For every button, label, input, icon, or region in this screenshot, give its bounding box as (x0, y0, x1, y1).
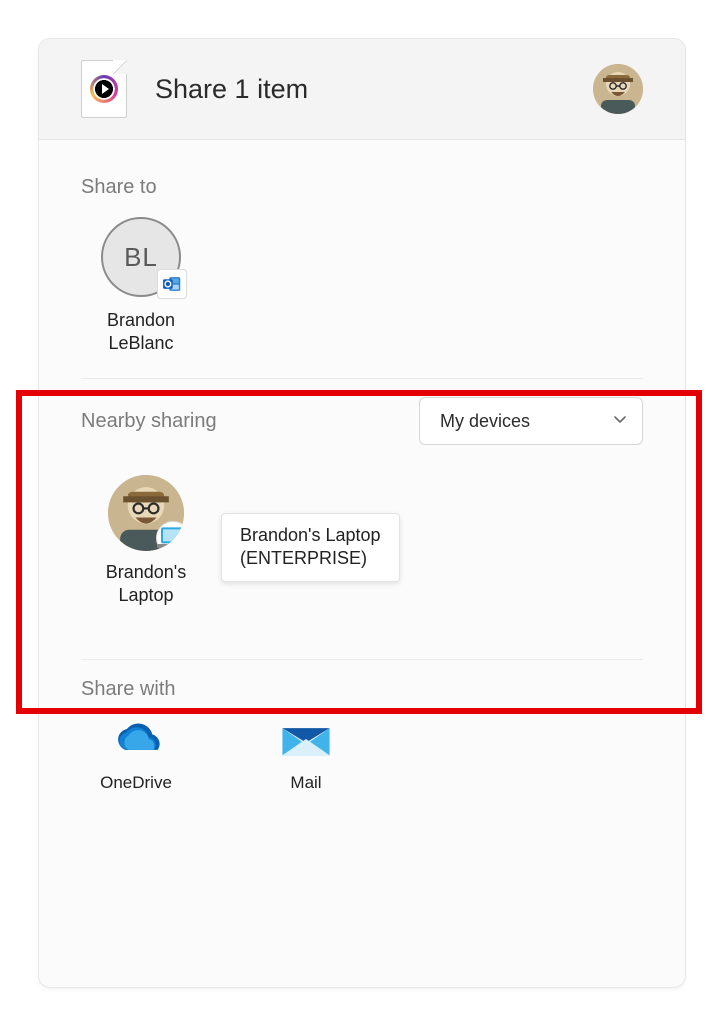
media-play-icon (90, 75, 118, 103)
share-to-title: Share to (81, 176, 643, 199)
share-with-app-onedrive[interactable]: OneDrive (81, 719, 191, 793)
dialog-title: Share 1 item (155, 74, 593, 105)
device-name-line2: Laptop (81, 584, 211, 607)
contact-initials: BL (124, 242, 158, 273)
contact-initials-avatar: BL (101, 217, 181, 297)
device-tooltip: Brandon's Laptop (ENTERPRISE) (221, 513, 400, 582)
share-with-title: Share with (81, 678, 643, 701)
share-to-contacts: BL Brandon LeBlanc (81, 217, 643, 354)
mail-icon (277, 719, 335, 763)
share-to-contact[interactable]: BL Brandon LeBlanc (81, 217, 201, 354)
app-label: Mail (251, 773, 361, 793)
file-dogear-icon (113, 60, 127, 74)
nearby-devices: Brandon's Laptop Brandon's Laptop (ENTER… (81, 475, 643, 635)
share-dialog: Share 1 item Share to BL (38, 38, 686, 988)
share-with-apps: OneDrive Mail (81, 719, 643, 793)
share-with-app-mail[interactable]: Mail (251, 719, 361, 793)
nearby-scope-selected: My devices (440, 411, 530, 432)
dialog-body: Share to BL Brando (39, 140, 685, 803)
outlook-badge-icon (157, 269, 187, 299)
nearby-sharing-header: Nearby sharing My devices (81, 397, 643, 445)
current-user-avatar[interactable] (593, 64, 643, 114)
nearby-device[interactable]: Brandon's Laptop (81, 475, 211, 606)
laptop-badge-icon (156, 521, 184, 551)
contact-name: Brandon LeBlanc (81, 309, 201, 354)
contact-name-line1: Brandon (81, 309, 201, 332)
device-name: Brandon's Laptop (81, 561, 211, 606)
shared-file-thumbnail (81, 60, 127, 118)
play-triangle-icon (102, 84, 109, 94)
nearby-sharing-title: Nearby sharing (81, 410, 217, 433)
nearby-scope-dropdown[interactable]: My devices (419, 397, 643, 445)
device-owner-avatar (108, 475, 184, 551)
app-label: OneDrive (81, 773, 191, 793)
dialog-header: Share 1 item (39, 39, 685, 140)
avatar-icon (593, 64, 643, 114)
section-divider (81, 659, 643, 660)
onedrive-icon (107, 719, 165, 763)
section-divider (81, 378, 643, 379)
chevron-down-icon (612, 411, 628, 432)
contact-name-line2: LeBlanc (81, 332, 201, 355)
device-name-line1: Brandon's (81, 561, 211, 584)
